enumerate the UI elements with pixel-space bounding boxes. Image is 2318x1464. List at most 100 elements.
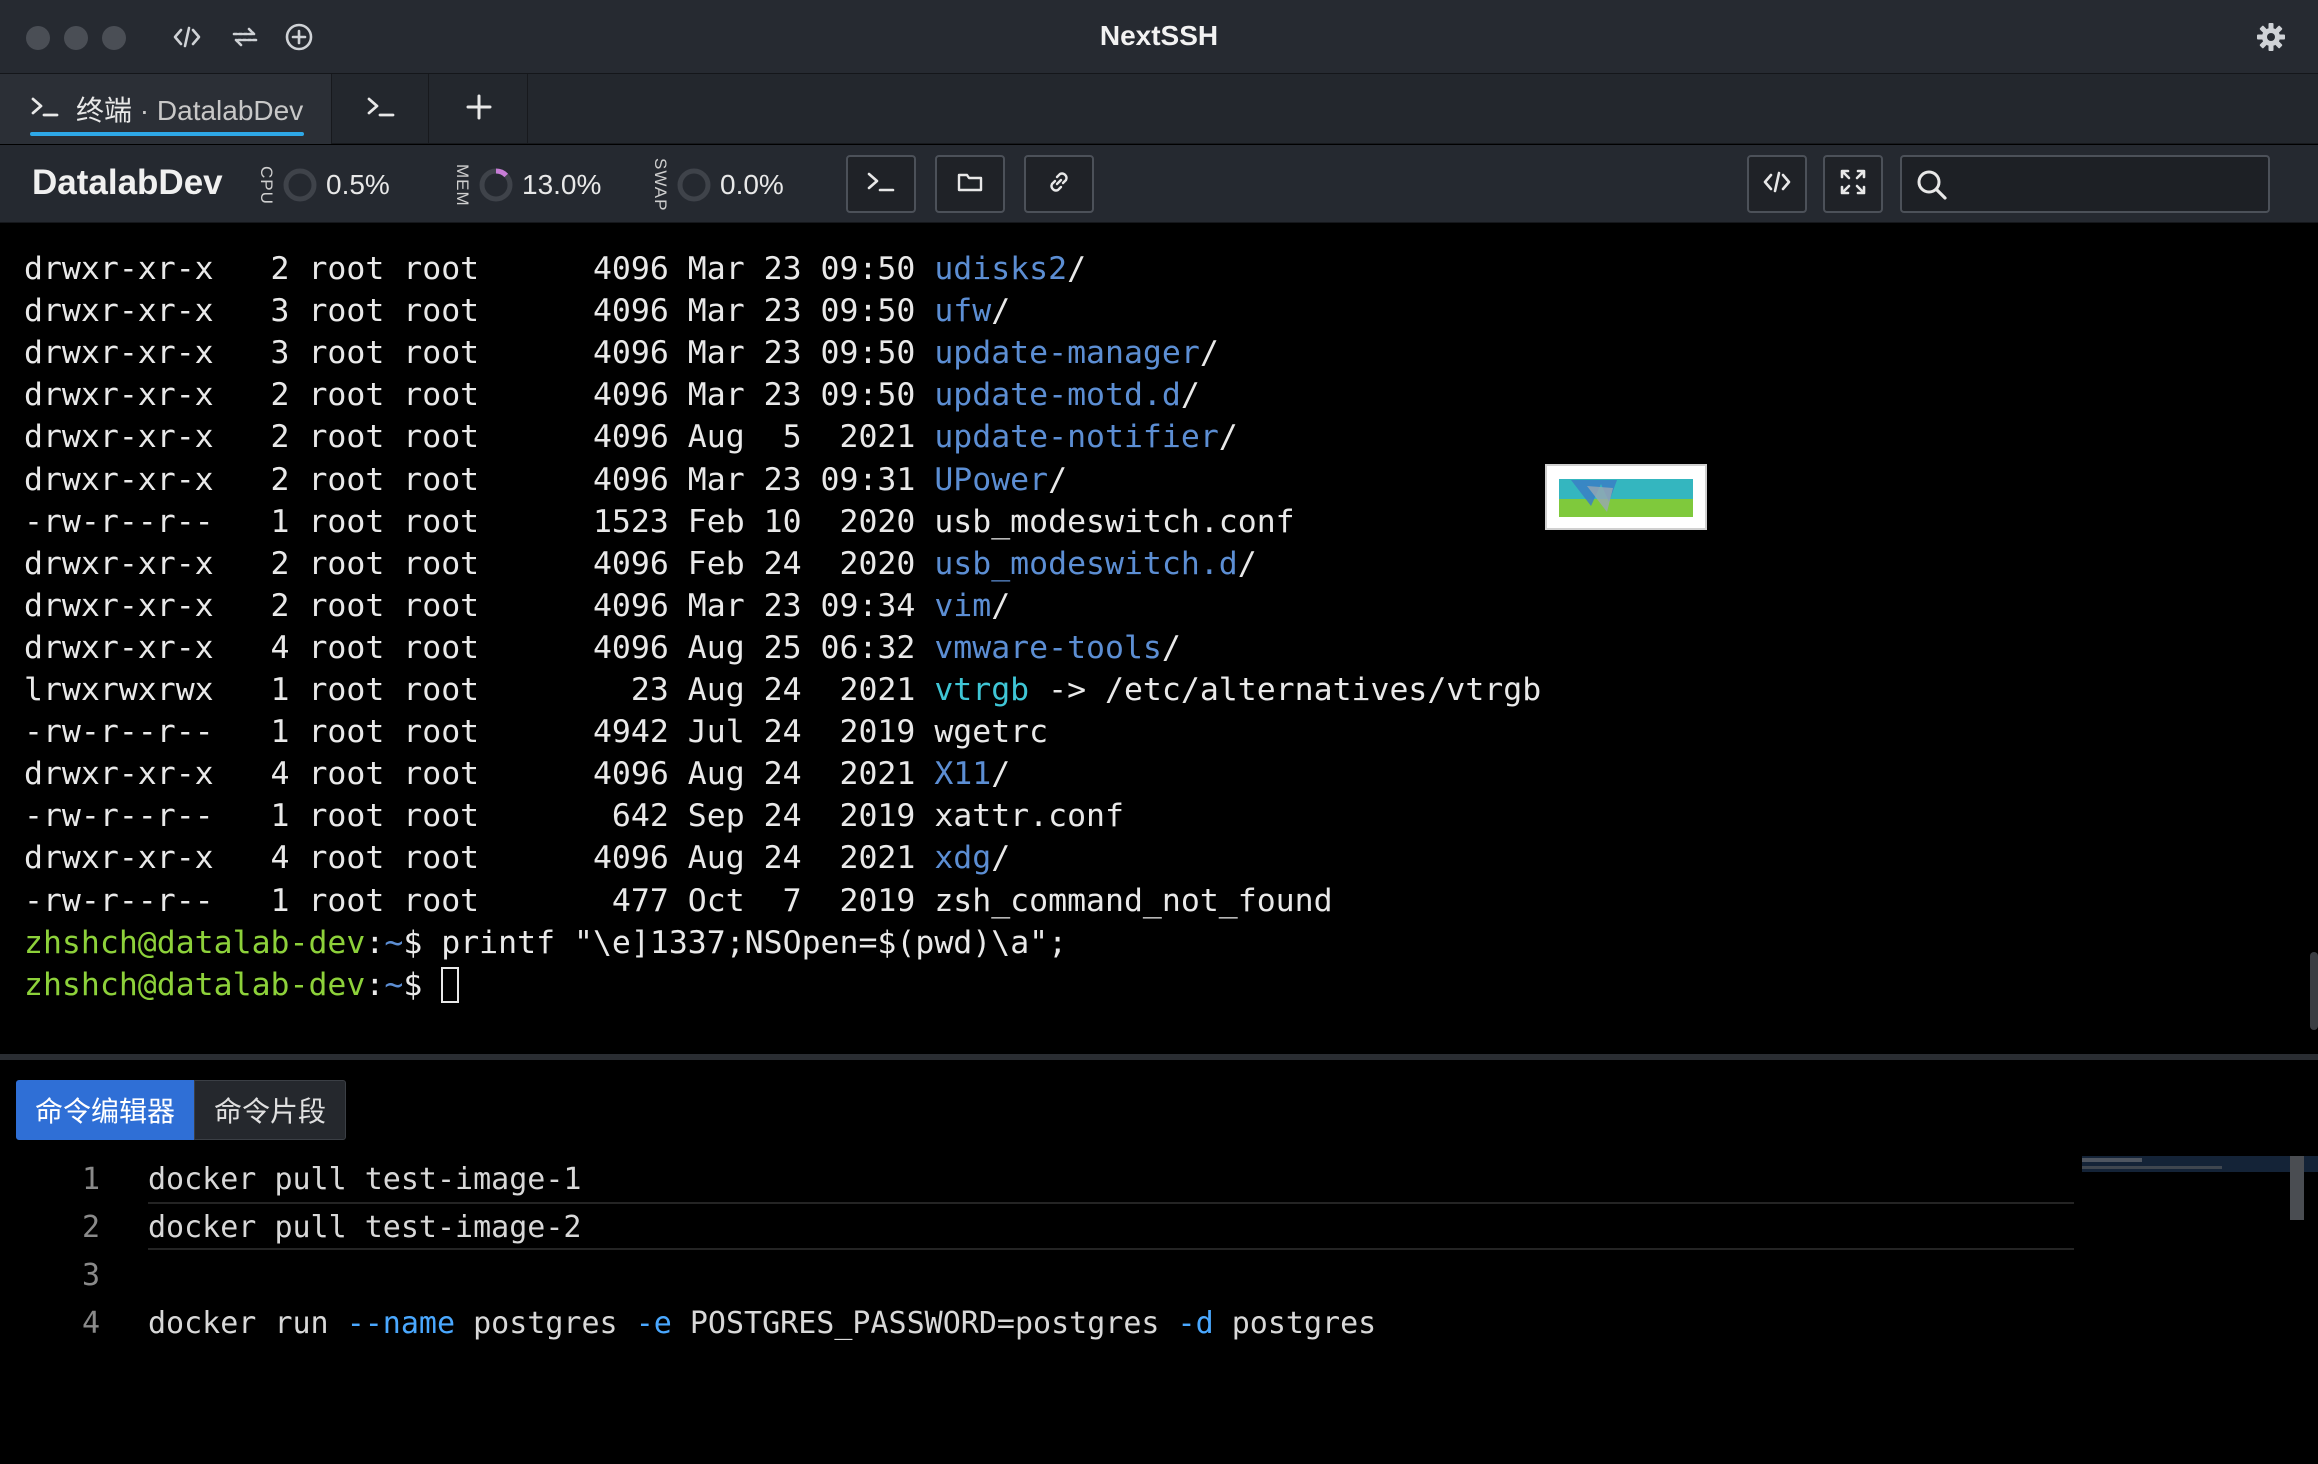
prompt-separator: : [365,924,385,961]
file-suffix: -> /etc/alternatives/vtrgb [1029,672,1542,708]
file-name[interactable]: xdg [934,840,991,876]
file-name[interactable]: udisks2 [934,251,1067,287]
minimap-line [2082,1158,2142,1162]
terminal-line: -rw-r--r-- 1 root root 642 Sep 24 2019 x… [24,795,1124,837]
link-icon [1044,167,1074,202]
command-editor[interactable]: 1 docker pull test-image-1 2 docker pull te… [0,1156,2318,1464]
prompt-separator: : [365,966,385,1003]
file-meta: drwxr-xr-x 4 root root 4096 Aug 24 2021 [24,840,935,877]
prompt-path: ~ [384,966,404,1003]
file-meta: -rw-r--r-- 1 root root 642 Sep 24 2019 [24,798,935,835]
terminal-line: drwxr-xr-x 4 root root 4096 Aug 24 2021 … [24,837,1010,879]
file-suffix: / [1218,419,1238,456]
file-name[interactable]: ufw [934,293,991,329]
swap-label: SWAP [651,158,670,212]
file-name[interactable]: update-manager [934,335,1200,371]
file-name[interactable]: vmware-tools [934,630,1162,666]
file-meta: drwxr-xr-x 4 root root 4096 Aug 25 06:32 [24,629,935,666]
file-suffix: / [1199,335,1219,372]
tab-command-snippets[interactable]: 命令片段 [194,1080,346,1140]
file-meta: -rw-r--r-- 1 root root 477 Oct 7 2019 [24,882,935,919]
search-input[interactable] [1958,163,2258,205]
file-name[interactable]: update-notifier [934,419,1218,455]
tab-new-terminal[interactable] [333,74,429,144]
file-suffix: / [1237,545,1257,582]
command-panel: 命令编辑器 命令片段 1 docker pull test-image-1 2 doc… [0,1060,2318,1464]
terminal-line: drwxr-xr-x 4 root root 4096 Aug 24 2021 … [24,753,1010,795]
file-name[interactable]: zsh_command_not_found [934,883,1332,919]
prompt-user: zhshch@datalab-dev [24,966,366,1003]
file-meta: -rw-r--r-- 1 root root 4942 Jul 24 2019 [24,714,935,751]
cpu-label: CPU [257,165,276,205]
tab-datalabdev[interactable]: 终端 · DatalabDev [0,74,332,144]
code-view-button[interactable] [1747,155,1807,213]
tab-host: DatalabDev [156,95,304,126]
port-forward-button[interactable] [1024,155,1094,213]
prompt-user: zhshch@datalab-dev [24,924,366,961]
terminal-output[interactable]: drwxr-xr-x 2 root root 4096 Mar 23 09:50… [0,224,2318,1054]
terminal-scrollbar[interactable] [2310,952,2318,1030]
file-meta: drwxr-xr-x 4 root root 4096 Aug 24 2021 [24,756,935,793]
swap-ring [677,168,711,202]
file-name[interactable]: vim [934,588,991,624]
fullscreen-icon [1838,167,1868,202]
file-suffix: / [991,293,1011,330]
file-meta: drwxr-xr-x 2 root root 4096 Mar 23 09:50 [24,377,935,414]
minimap-line [2082,1166,2222,1169]
terminal-line: drwxr-xr-x 4 root root 4096 Aug 25 06:32… [24,627,1181,669]
tab-separator: · [132,95,157,126]
file-name[interactable]: X11 [934,756,991,792]
file-name[interactable]: wgetrc [934,714,1048,750]
open-sftp-button[interactable] [935,155,1005,213]
file-name[interactable]: UPower [934,462,1048,498]
editor-line[interactable]: docker run --name postgres -e POSTGRES_P… [148,1300,1376,1348]
file-suffix: / [1048,461,1068,498]
editor-minimap[interactable] [2082,1156,2318,1176]
file-suffix: / [991,840,1011,877]
cpu-meter: CPU 0.5% [256,157,390,213]
editor-line[interactable]: docker pull test-image-2 [148,1204,582,1252]
file-name[interactable]: usb_modeswitch.conf [934,504,1294,540]
terminal-line: drwxr-xr-x 3 root root 4096 Mar 23 09:50… [24,290,1010,332]
mem-ring [479,168,513,202]
editor-line[interactable]: docker pull test-image-1 [148,1156,582,1204]
add-tab-button[interactable] [430,74,528,144]
search-field[interactable] [1900,155,2270,213]
line-number: 1 [81,1162,100,1197]
active-tab-indicator [30,132,304,136]
command-text: printf "\e]1337;NSOpen=$(pwd)\a"; [441,924,1068,961]
mem-meter: MEM 13.0% [452,157,601,213]
file-name[interactable]: usb_modeswitch.d [934,546,1237,582]
editor-scrollbar[interactable] [2290,1156,2304,1220]
file-meta: drwxr-xr-x 2 root root 4096 Mar 23 09:34 [24,587,935,624]
line-number: 4 [81,1306,100,1341]
folder-icon [956,170,984,199]
search-icon [1914,167,1950,208]
terminal-line: drwxr-xr-x 2 root root 4096 Mar 23 09:34… [24,585,1010,627]
cpu-value: 0.5% [326,169,390,200]
open-terminal-button[interactable] [846,155,916,213]
file-meta: drwxr-xr-x 2 root root 4096 Mar 23 09:50 [24,251,935,287]
gear-icon[interactable] [2252,18,2290,56]
plus-icon [465,93,493,126]
file-meta: drwxr-xr-x 3 root root 4096 Mar 23 09:50 [24,335,935,372]
file-meta: drwxr-xr-x 2 root root 4096 Feb 24 2020 [24,545,935,582]
terminal-line: drwxr-xr-x 2 root root 4096 Mar 23 09:50… [24,374,1200,416]
mem-value: 13.0% [522,169,602,200]
terminal-icon [30,95,60,124]
tab-command-editor[interactable]: 命令编辑器 [16,1080,194,1140]
file-suffix: / [1180,377,1200,414]
terminal-line: drwxr-xr-x 2 root root 4096 Feb 24 2020 … [24,543,1257,585]
floating-thumbnail-image [1545,464,1707,530]
file-name[interactable]: vtrgb [934,672,1029,708]
fullscreen-button[interactable] [1823,155,1883,213]
file-name[interactable]: update-motd.d [934,377,1181,413]
tab-bar: 终端 · DatalabDev [0,74,2318,144]
terminal-line: drwxr-xr-x 3 root root 4096 Mar 23 09:50… [24,332,1219,374]
file-meta: drwxr-xr-x 2 root root 4096 Aug 5 2021 [24,419,935,456]
swap-meter: SWAP 0.0% [650,157,784,213]
file-suffix: / [991,756,1011,793]
file-name[interactable]: xattr.conf [934,798,1124,834]
terminal-line: -rw-r--r-- 1 root root 1523 Feb 10 2020 … [24,501,1295,543]
prompt-line: zhshch@datalab-dev:~$ [24,964,460,1006]
